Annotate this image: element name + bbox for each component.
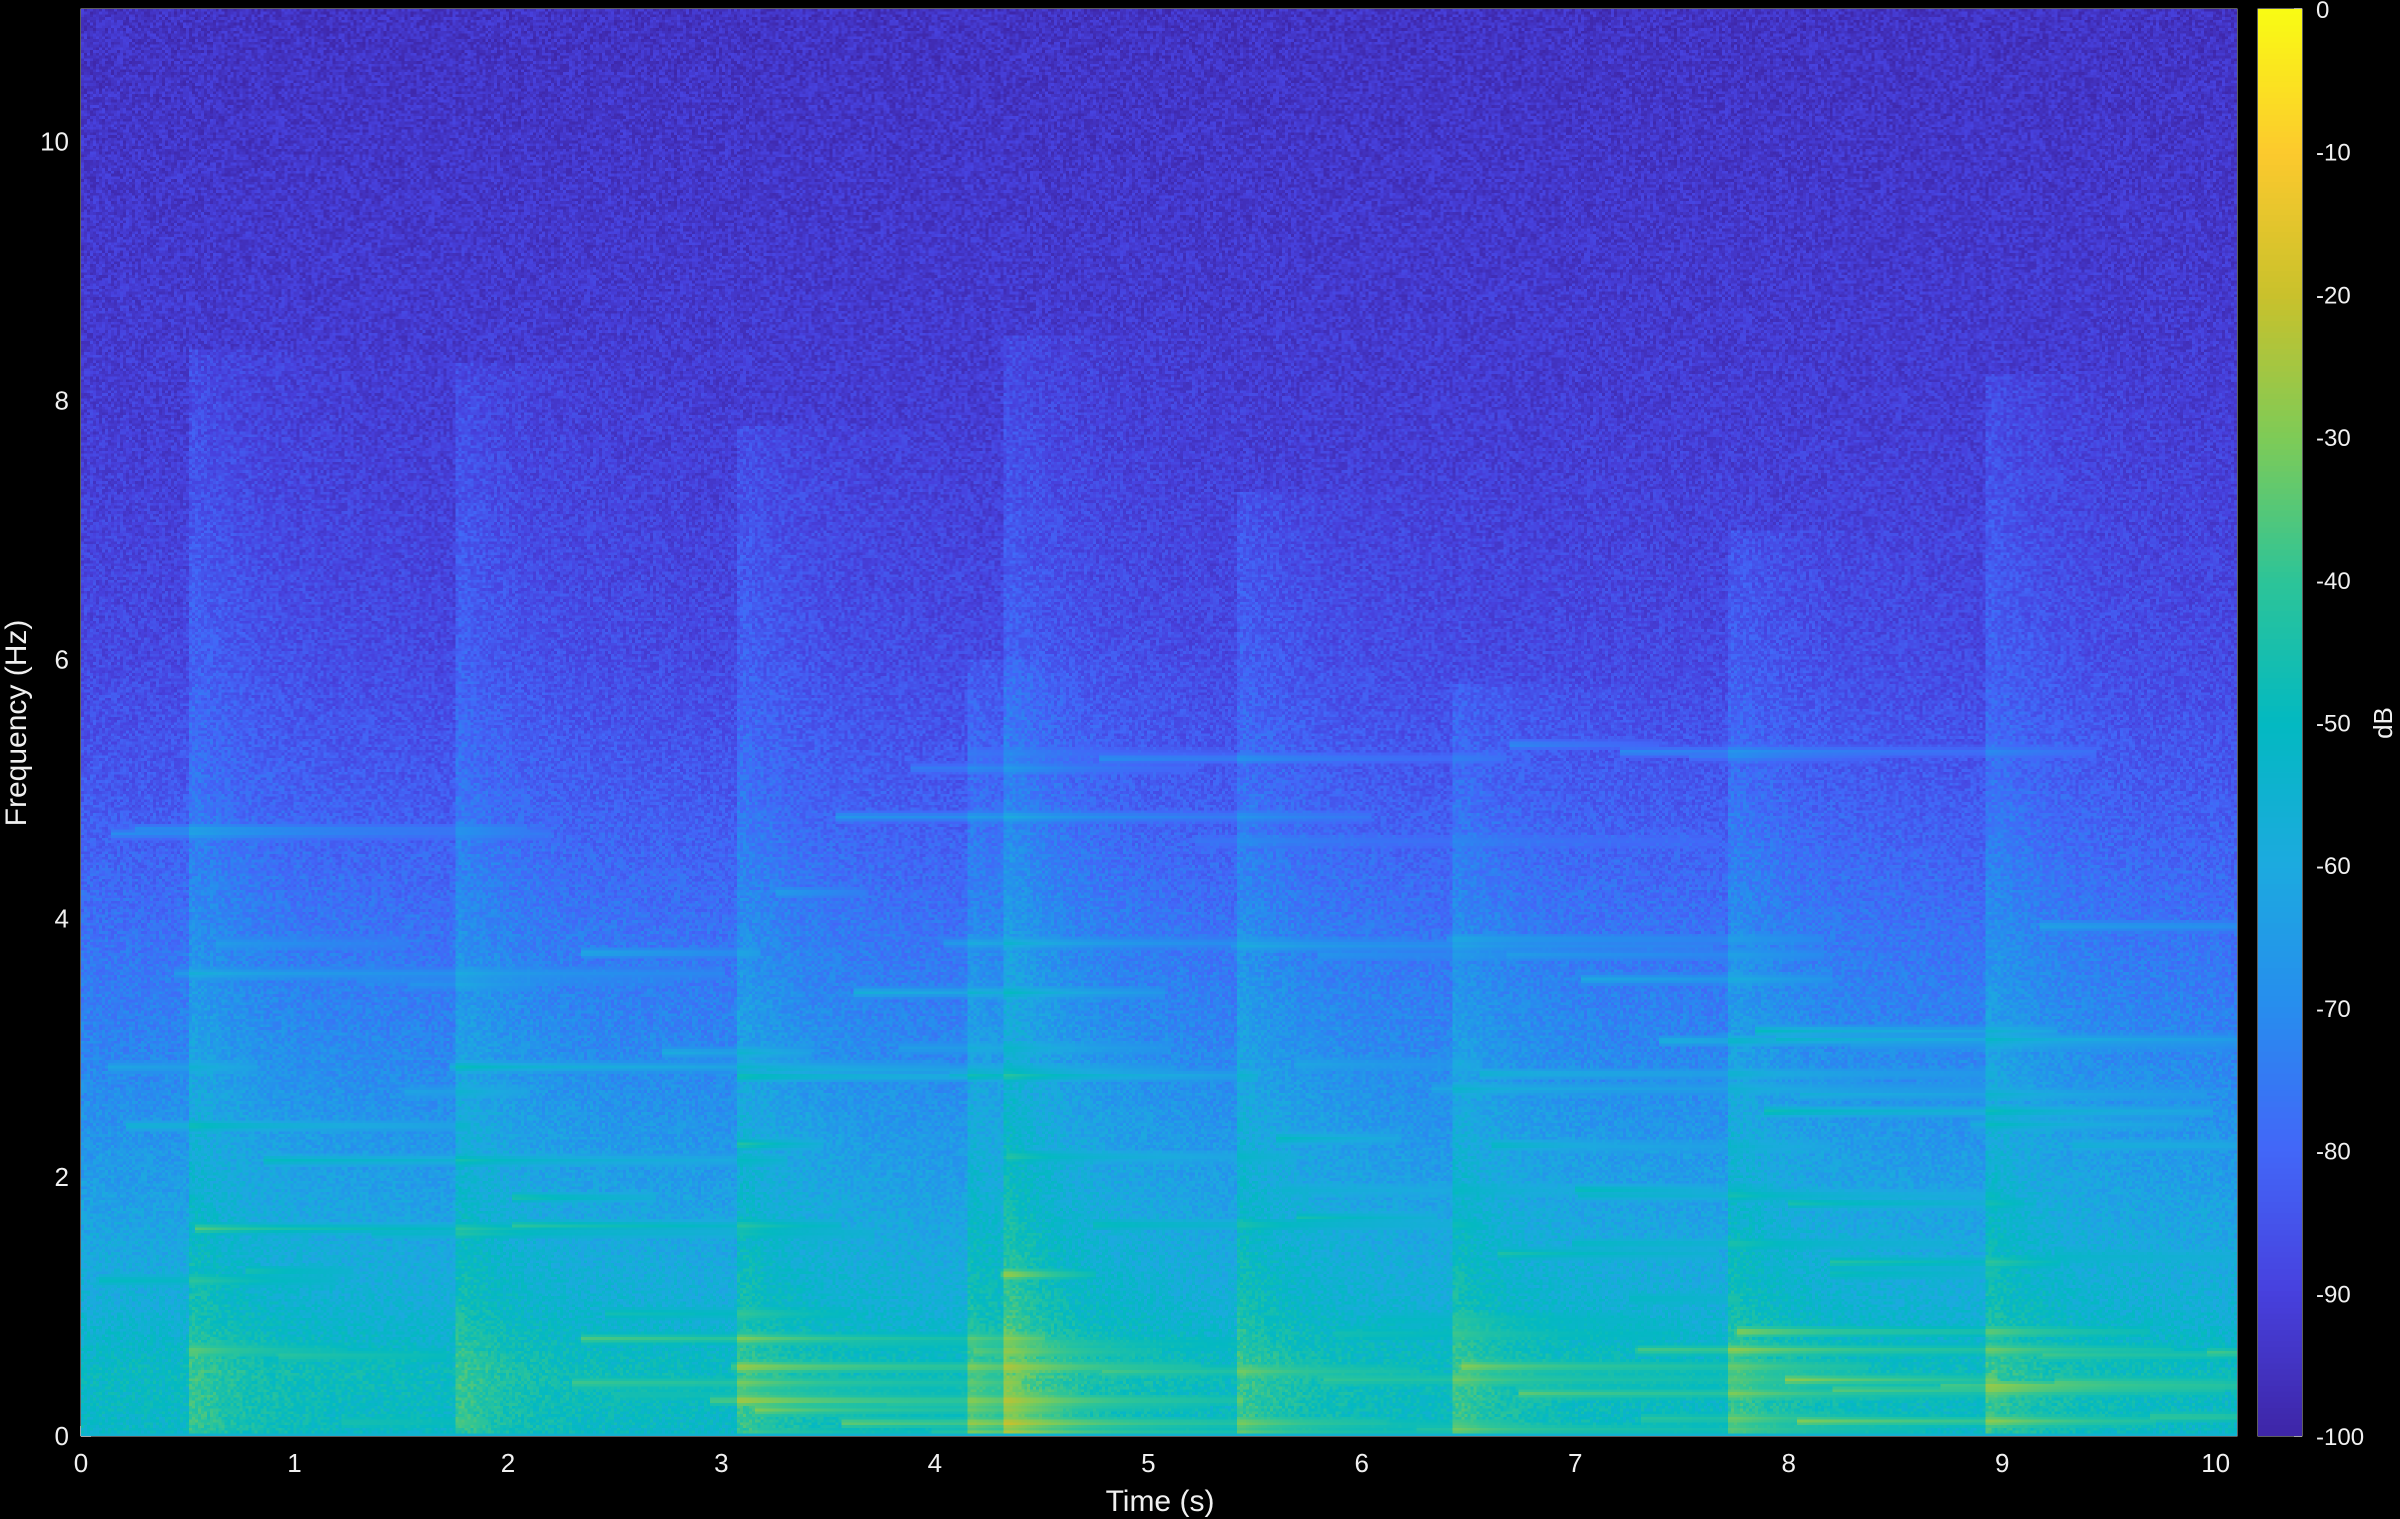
spectrogram-heatmap: [81, 9, 2237, 1436]
x-tick-label: 1: [287, 1448, 301, 1478]
y-tick-label: 6: [55, 644, 69, 674]
x-tick-label: 9: [1995, 1448, 2009, 1478]
x-tick-label: 6: [1355, 1448, 1369, 1478]
x-tick-label: 8: [1781, 1448, 1795, 1478]
colorbar: [2258, 9, 2302, 1436]
colorbar-tick-label: -50: [2316, 711, 2351, 738]
x-tick-label: 10: [2201, 1448, 2230, 1478]
colorbar-label: dB: [2368, 707, 2398, 739]
colorbar-tick-label: -90: [2316, 1281, 2351, 1308]
colorbar-tick-label: -80: [2316, 1139, 2351, 1166]
colorbar-tick-label: -100: [2316, 1424, 2364, 1451]
x-axis-label: Time (s): [1106, 1485, 1215, 1518]
colorbar-tick-label: -40: [2316, 568, 2351, 595]
y-axis-label: Frequency (Hz): [0, 620, 33, 827]
colorbar-tick-label: -30: [2316, 425, 2351, 452]
colorbar-tick-label: 0: [2316, 0, 2329, 24]
colorbar-tick-label: -20: [2316, 282, 2351, 309]
colorbar-tick-label: -10: [2316, 140, 2351, 167]
x-tick-label: 0: [74, 1448, 88, 1478]
y-tick-label: 2: [55, 1162, 69, 1192]
x-tick-label: 5: [1141, 1448, 1155, 1478]
y-tick-label: 0: [55, 1421, 69, 1451]
colorbar-tick-label: -70: [2316, 996, 2351, 1023]
x-tick-label: 2: [501, 1448, 515, 1478]
y-tick-label: 10: [40, 127, 69, 157]
x-tick-label: 7: [1568, 1448, 1582, 1478]
y-tick-label: 4: [55, 903, 69, 933]
colorbar-tick-label: -60: [2316, 853, 2351, 880]
x-tick-label: 4: [928, 1448, 942, 1478]
y-tick-label: 8: [55, 386, 69, 416]
x-tick-label: 3: [714, 1448, 728, 1478]
